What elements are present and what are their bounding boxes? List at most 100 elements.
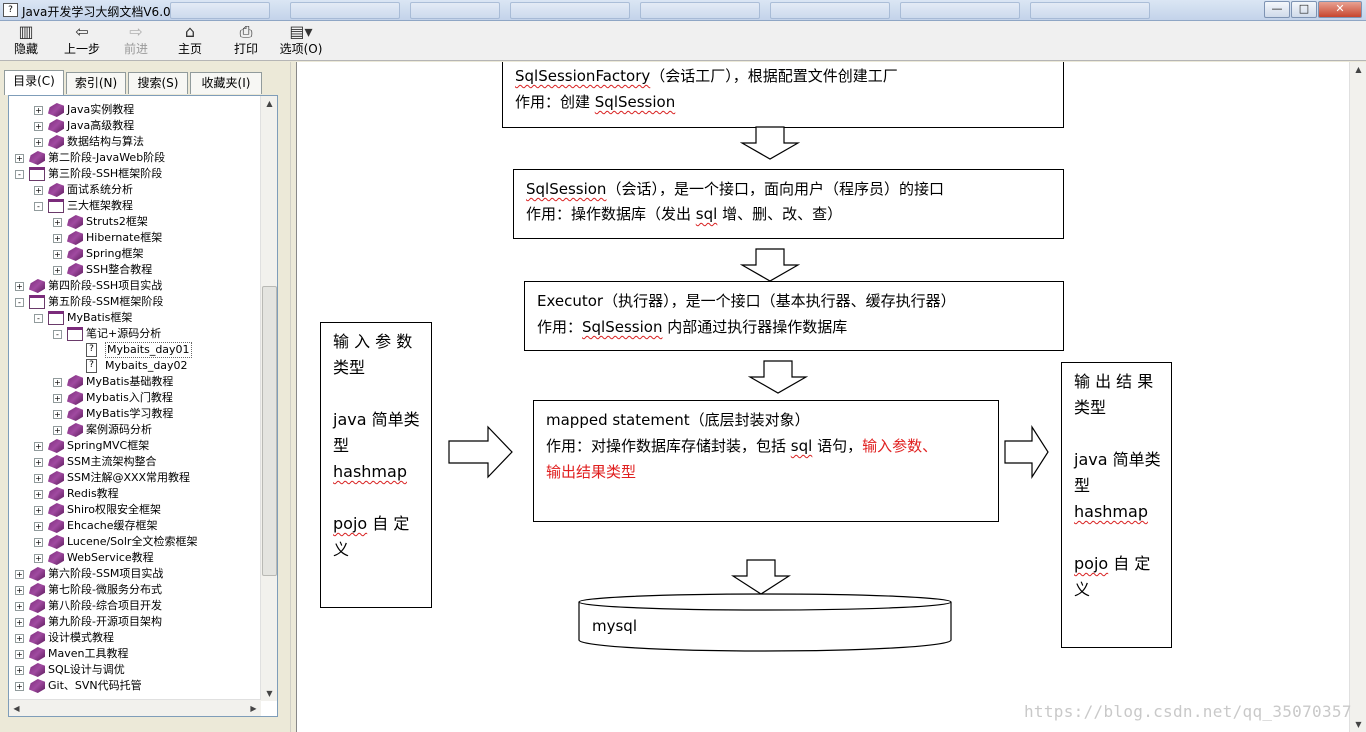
collapse-icon[interactable]: - (53, 330, 62, 339)
tree-scroll-thumb[interactable] (262, 286, 277, 576)
tree-item[interactable]: ? Mybaits_day01 (9, 342, 261, 358)
tree-item[interactable]: + 设计模式教程 (9, 630, 261, 646)
expand-icon[interactable]: + (15, 602, 24, 611)
scroll-left-arrow-icon[interactable]: ◀ (9, 701, 24, 716)
expand-icon[interactable]: + (34, 186, 43, 195)
options-button[interactable]: ▤▾ 选项(O) (278, 23, 324, 59)
close-button[interactable]: ✕ (1318, 1, 1362, 18)
expand-icon[interactable]: + (53, 394, 62, 403)
expand-icon[interactable]: + (34, 538, 43, 547)
tree-item[interactable]: + SSH整合教程 (9, 262, 261, 278)
expand-icon[interactable]: + (53, 426, 62, 435)
scroll-down-arrow-icon[interactable]: ▼ (262, 686, 277, 701)
expand-icon[interactable]: + (34, 106, 43, 115)
tree-item[interactable]: + Java实例教程 (9, 102, 261, 118)
scroll-up-arrow-icon[interactable]: ▲ (262, 96, 277, 111)
expand-icon[interactable]: + (53, 234, 62, 243)
expand-icon[interactable]: + (15, 570, 24, 579)
tree-item[interactable]: + SSM主流架构整合 (9, 454, 261, 470)
expand-icon[interactable]: + (15, 634, 24, 643)
tree-item[interactable]: + Git、SVN代码托管 (9, 678, 261, 694)
forward-button[interactable]: ⇨ 前进 (118, 23, 154, 59)
content-vertical-scrollbar[interactable]: ▲ ▼ (1349, 62, 1366, 732)
tree-item[interactable]: + Mybatis入门教程 (9, 390, 261, 406)
tree-item[interactable]: + 第八阶段-综合项目开发 (9, 598, 261, 614)
tree-item[interactable]: + MyBatis基础教程 (9, 374, 261, 390)
tree-item[interactable]: + 第四阶段-SSH项目实战 (9, 278, 261, 294)
book-icon (67, 375, 83, 389)
tab-contents[interactable]: 目录(C) (4, 70, 64, 95)
tree-item[interactable]: + WebService教程 (9, 550, 261, 566)
tree-item[interactable]: - 第三阶段-SSH框架阶段 (9, 166, 261, 182)
expand-icon[interactable]: + (15, 282, 24, 291)
tree-item[interactable]: + Java高级教程 (9, 118, 261, 134)
tab-index[interactable]: 索引(N) (66, 72, 126, 94)
tree-item[interactable]: - 笔记+源码分析 (9, 326, 261, 342)
expand-icon[interactable]: + (34, 554, 43, 563)
tree-item[interactable]: + Struts2框架 (9, 214, 261, 230)
expand-icon[interactable]: + (53, 266, 62, 275)
tree-item[interactable]: - 第五阶段-SSM框架阶段 (9, 294, 261, 310)
tree-item[interactable]: + 面试系统分析 (9, 182, 261, 198)
expand-icon[interactable]: + (15, 650, 24, 659)
hide-button[interactable]: ▥ 隐藏 (8, 23, 44, 59)
tree-item[interactable]: - 三大框架教程 (9, 198, 261, 214)
collapse-icon[interactable]: - (15, 170, 24, 179)
tree-item[interactable]: + 第六阶段-SSM项目实战 (9, 566, 261, 582)
tree-item[interactable]: + Lucene/Solr全文检索框架 (9, 534, 261, 550)
expand-icon[interactable]: + (53, 218, 62, 227)
back-button[interactable]: ⇦ 上一步 (60, 23, 104, 59)
expand-icon[interactable]: + (34, 506, 43, 515)
expand-icon[interactable]: + (34, 138, 43, 147)
tree-item[interactable]: + 第九阶段-开源项目架构 (9, 614, 261, 630)
scroll-down-arrow-icon[interactable]: ▼ (1351, 717, 1366, 732)
tree-item[interactable]: ? Mybaits_day02 (9, 358, 261, 374)
expand-icon[interactable]: + (53, 410, 62, 419)
tree-item[interactable]: + MyBatis学习教程 (9, 406, 261, 422)
tree-item[interactable]: + SQL设计与调优 (9, 662, 261, 678)
expand-icon[interactable]: + (34, 522, 43, 531)
expand-icon[interactable]: + (34, 442, 43, 451)
home-button[interactable]: ⌂ 主页 (172, 23, 208, 59)
tab-favorites[interactable]: 收藏夹(I) (190, 72, 262, 94)
expand-icon[interactable]: + (15, 682, 24, 691)
collapse-icon[interactable]: - (34, 314, 43, 323)
factory-desc: （会话工厂），根据配置文件创建工厂 (650, 67, 898, 85)
tree-item[interactable]: + 数据结构与算法 (9, 134, 261, 150)
expand-icon[interactable]: + (15, 666, 24, 675)
tree-item[interactable]: + SSM注解@XXX常用教程 (9, 470, 261, 486)
expand-icon[interactable]: + (53, 250, 62, 259)
tree-vertical-scrollbar[interactable]: ▲ ▼ (260, 96, 277, 701)
collapse-icon[interactable]: - (34, 202, 43, 211)
expand-icon[interactable]: + (34, 122, 43, 131)
tree-item-label: Java实例教程 (67, 103, 135, 116)
tree-item[interactable]: + Spring框架 (9, 246, 261, 262)
collapse-icon[interactable]: - (15, 298, 24, 307)
maximize-button[interactable]: □ (1291, 1, 1317, 18)
tree-item[interactable]: + 案例源码分析 (9, 422, 261, 438)
tree-item[interactable]: + SpringMVC框架 (9, 438, 261, 454)
tree-item[interactable]: + 第二阶段-JavaWeb阶段 (9, 150, 261, 166)
tree-item[interactable]: + 第七阶段-微服务分布式 (9, 582, 261, 598)
expand-icon[interactable]: + (34, 458, 43, 467)
scroll-up-arrow-icon[interactable]: ▲ (1351, 62, 1366, 77)
expand-icon[interactable]: + (34, 490, 43, 499)
tree-item-label: Maven工具教程 (48, 647, 129, 660)
expand-icon[interactable]: + (15, 586, 24, 595)
tab-search[interactable]: 搜索(S) (128, 72, 188, 94)
scroll-right-arrow-icon[interactable]: ▶ (246, 701, 261, 716)
tree-item[interactable]: + Shiro权限安全框架 (9, 502, 261, 518)
minimize-button[interactable]: — (1264, 1, 1290, 18)
expand-icon[interactable]: + (53, 378, 62, 387)
tree-item[interactable]: - MyBatis框架 (9, 310, 261, 326)
expand-icon[interactable]: + (15, 154, 24, 163)
input-java-b: 型 (333, 436, 350, 455)
tree-item[interactable]: + Ehcache缓存框架 (9, 518, 261, 534)
expand-icon[interactable]: + (34, 474, 43, 483)
tree-item[interactable]: + Hibernate框架 (9, 230, 261, 246)
tree-item[interactable]: + Redis教程 (9, 486, 261, 502)
tree-horizontal-scrollbar[interactable]: ◀ ▶ (9, 699, 261, 716)
print-button[interactable]: ⎙ 打印 (228, 23, 264, 59)
expand-icon[interactable]: + (15, 618, 24, 627)
tree-item[interactable]: + Maven工具教程 (9, 646, 261, 662)
